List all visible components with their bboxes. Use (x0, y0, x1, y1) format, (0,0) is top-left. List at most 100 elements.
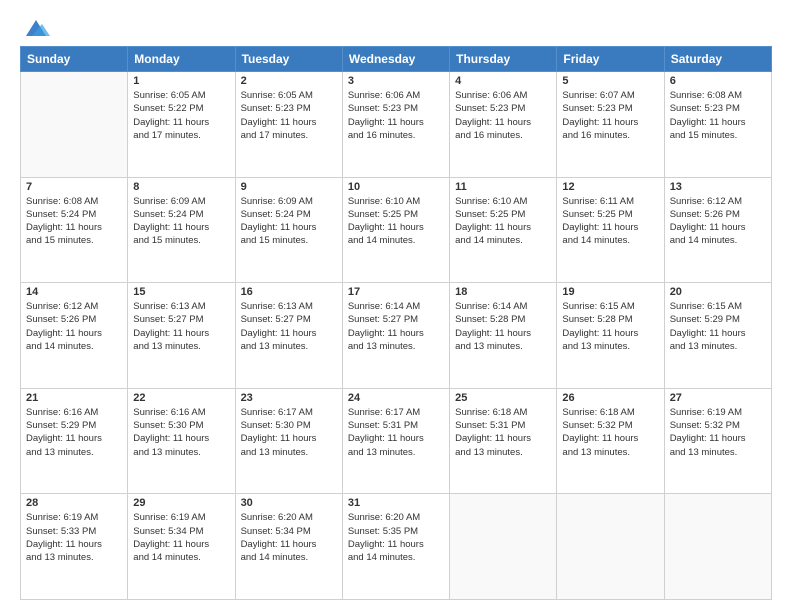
day-info: Sunrise: 6:16 AM Sunset: 5:29 PM Dayligh… (26, 406, 122, 459)
day-info: Sunrise: 6:13 AM Sunset: 5:27 PM Dayligh… (241, 300, 337, 353)
calendar-cell: 1 Sunrise: 6:05 AM Sunset: 5:22 PM Daylig… (128, 72, 235, 178)
calendar-cell: 18Sunrise: 6:14 AM Sunset: 5:28 PM Dayli… (450, 283, 557, 389)
day-number: 30 (241, 497, 337, 509)
calendar-cell: 2Sunrise: 6:05 AM Sunset: 5:23 PM Daylig… (235, 72, 342, 178)
day-number: 24 (348, 392, 444, 404)
day-number: 20 (670, 286, 766, 298)
calendar-cell: 24 Sunrise: 6:17 AM Sunset: 5:31 PM Dayli… (342, 388, 449, 494)
calendar-cell: 23 Sunrise: 6:17 AM Sunset: 5:30 PM Dayli… (235, 388, 342, 494)
day-info: Sunrise: 6:19 AM Sunset: 5:34 PM Dayligh… (133, 511, 229, 564)
day-info: Sunrise: 6:09 AM Sunset: 5:24 PM Dayligh… (133, 195, 229, 248)
calendar-header-row: SundayMondayTuesdayWednesdayThursdayFrid… (21, 47, 772, 72)
day-number: 10 (348, 181, 444, 193)
calendar-cell: 25 Sunrise: 6:18 AM Sunset: 5:31 PM Dayli… (450, 388, 557, 494)
day-number: 5 (562, 75, 658, 87)
day-info: Sunrise: 6:12 AM Sunset: 5:26 PM Dayligh… (26, 300, 122, 353)
day-number: 31 (348, 497, 444, 509)
day-info: Sunrise: 6:16 AM Sunset: 5:30 PM Dayligh… (133, 406, 229, 459)
logo (20, 18, 50, 36)
day-number: 11 (455, 181, 551, 193)
day-info: Sunrise: 6:17 AM Sunset: 5:31 PM Dayligh… (348, 406, 444, 459)
calendar-cell (21, 72, 128, 178)
calendar-cell: 21 Sunrise: 6:16 AM Sunset: 5:29 PM Dayli… (21, 388, 128, 494)
day-number: 9 (241, 181, 337, 193)
calendar-week-row: 14Sunrise: 6:12 AM Sunset: 5:26 PM Dayli… (21, 283, 772, 389)
day-number: 21 (26, 392, 122, 404)
day-info: Sunrise: 6:09 AM Sunset: 5:24 PM Dayligh… (241, 195, 337, 248)
day-number: 18 (455, 286, 551, 298)
day-number: 4 (455, 75, 551, 87)
weekday-header: Thursday (450, 47, 557, 72)
day-info: Sunrise: 6:12 AM Sunset: 5:26 PM Dayligh… (670, 195, 766, 248)
day-number: 17 (348, 286, 444, 298)
day-info: Sunrise: 6:18 AM Sunset: 5:31 PM Dayligh… (455, 406, 551, 459)
day-number: 28 (26, 497, 122, 509)
calendar-cell: 14Sunrise: 6:12 AM Sunset: 5:26 PM Dayli… (21, 283, 128, 389)
day-info: Sunrise: 6:15 AM Sunset: 5:29 PM Dayligh… (670, 300, 766, 353)
calendar-cell: 26 Sunrise: 6:18 AM Sunset: 5:32 PM Dayli… (557, 388, 664, 494)
calendar-cell: 19 Sunrise: 6:15 AM Sunset: 5:28 PM Dayli… (557, 283, 664, 389)
day-info: Sunrise: 6:19 AM Sunset: 5:33 PM Dayligh… (26, 511, 122, 564)
weekday-header: Tuesday (235, 47, 342, 72)
day-number: 23 (241, 392, 337, 404)
calendar-cell: 8 Sunrise: 6:09 AM Sunset: 5:24 PM Daylig… (128, 177, 235, 283)
day-number: 6 (670, 75, 766, 87)
calendar-week-row: 21 Sunrise: 6:16 AM Sunset: 5:29 PM Dayli… (21, 388, 772, 494)
calendar-cell: 12Sunrise: 6:11 AM Sunset: 5:25 PM Dayli… (557, 177, 664, 283)
calendar-cell (557, 494, 664, 600)
day-info: Sunrise: 6:06 AM Sunset: 5:23 PM Dayligh… (455, 89, 551, 142)
weekday-header: Saturday (664, 47, 771, 72)
day-info: Sunrise: 6:20 AM Sunset: 5:34 PM Dayligh… (241, 511, 337, 564)
header (20, 18, 772, 36)
weekday-header: Wednesday (342, 47, 449, 72)
day-info: Sunrise: 6:05 AM Sunset: 5:22 PM Dayligh… (133, 89, 229, 142)
calendar-cell (450, 494, 557, 600)
calendar-cell: 22 Sunrise: 6:16 AM Sunset: 5:30 PM Dayli… (128, 388, 235, 494)
calendar-week-row: 28 Sunrise: 6:19 AM Sunset: 5:33 PM Dayli… (21, 494, 772, 600)
day-number: 26 (562, 392, 658, 404)
day-number: 2 (241, 75, 337, 87)
page: SundayMondayTuesdayWednesdayThursdayFrid… (0, 0, 792, 612)
weekday-header: Monday (128, 47, 235, 72)
calendar-week-row: 1 Sunrise: 6:05 AM Sunset: 5:22 PM Daylig… (21, 72, 772, 178)
day-info: Sunrise: 6:11 AM Sunset: 5:25 PM Dayligh… (562, 195, 658, 248)
calendar-cell: 4 Sunrise: 6:06 AM Sunset: 5:23 PM Daylig… (450, 72, 557, 178)
day-number: 25 (455, 392, 551, 404)
calendar-cell: 16Sunrise: 6:13 AM Sunset: 5:27 PM Dayli… (235, 283, 342, 389)
calendar-cell: 31 Sunrise: 6:20 AM Sunset: 5:35 PM Dayli… (342, 494, 449, 600)
day-number: 7 (26, 181, 122, 193)
day-number: 22 (133, 392, 229, 404)
day-info: Sunrise: 6:19 AM Sunset: 5:32 PM Dayligh… (670, 406, 766, 459)
calendar-cell: 7Sunrise: 6:08 AM Sunset: 5:24 PM Daylig… (21, 177, 128, 283)
calendar-cell: 3 Sunrise: 6:06 AM Sunset: 5:23 PM Daylig… (342, 72, 449, 178)
calendar-cell: 13 Sunrise: 6:12 AM Sunset: 5:26 PM Dayli… (664, 177, 771, 283)
day-number: 1 (133, 75, 229, 87)
day-number: 19 (562, 286, 658, 298)
calendar-cell: 27Sunrise: 6:19 AM Sunset: 5:32 PM Dayli… (664, 388, 771, 494)
calendar-cell: 15 Sunrise: 6:13 AM Sunset: 5:27 PM Dayli… (128, 283, 235, 389)
day-info: Sunrise: 6:20 AM Sunset: 5:35 PM Dayligh… (348, 511, 444, 564)
day-info: Sunrise: 6:17 AM Sunset: 5:30 PM Dayligh… (241, 406, 337, 459)
day-info: Sunrise: 6:10 AM Sunset: 5:25 PM Dayligh… (455, 195, 551, 248)
calendar-cell: 5Sunrise: 6:07 AM Sunset: 5:23 PM Daylig… (557, 72, 664, 178)
weekday-header: Friday (557, 47, 664, 72)
calendar-cell: 9 Sunrise: 6:09 AM Sunset: 5:24 PM Daylig… (235, 177, 342, 283)
day-info: Sunrise: 6:08 AM Sunset: 5:23 PM Dayligh… (670, 89, 766, 142)
calendar-cell: 30 Sunrise: 6:20 AM Sunset: 5:34 PM Dayli… (235, 494, 342, 600)
calendar-cell: 20 Sunrise: 6:15 AM Sunset: 5:29 PM Dayli… (664, 283, 771, 389)
day-info: Sunrise: 6:06 AM Sunset: 5:23 PM Dayligh… (348, 89, 444, 142)
day-info: Sunrise: 6:18 AM Sunset: 5:32 PM Dayligh… (562, 406, 658, 459)
calendar-cell: 28 Sunrise: 6:19 AM Sunset: 5:33 PM Dayli… (21, 494, 128, 600)
day-number: 29 (133, 497, 229, 509)
day-number: 13 (670, 181, 766, 193)
day-number: 15 (133, 286, 229, 298)
day-number: 8 (133, 181, 229, 193)
calendar-cell: 10 Sunrise: 6:10 AM Sunset: 5:25 PM Dayli… (342, 177, 449, 283)
day-info: Sunrise: 6:13 AM Sunset: 5:27 PM Dayligh… (133, 300, 229, 353)
day-info: Sunrise: 6:10 AM Sunset: 5:25 PM Dayligh… (348, 195, 444, 248)
calendar-cell: 17 Sunrise: 6:14 AM Sunset: 5:27 PM Dayli… (342, 283, 449, 389)
day-info: Sunrise: 6:14 AM Sunset: 5:27 PM Dayligh… (348, 300, 444, 353)
weekday-header: Sunday (21, 47, 128, 72)
day-number: 3 (348, 75, 444, 87)
day-info: Sunrise: 6:15 AM Sunset: 5:28 PM Dayligh… (562, 300, 658, 353)
